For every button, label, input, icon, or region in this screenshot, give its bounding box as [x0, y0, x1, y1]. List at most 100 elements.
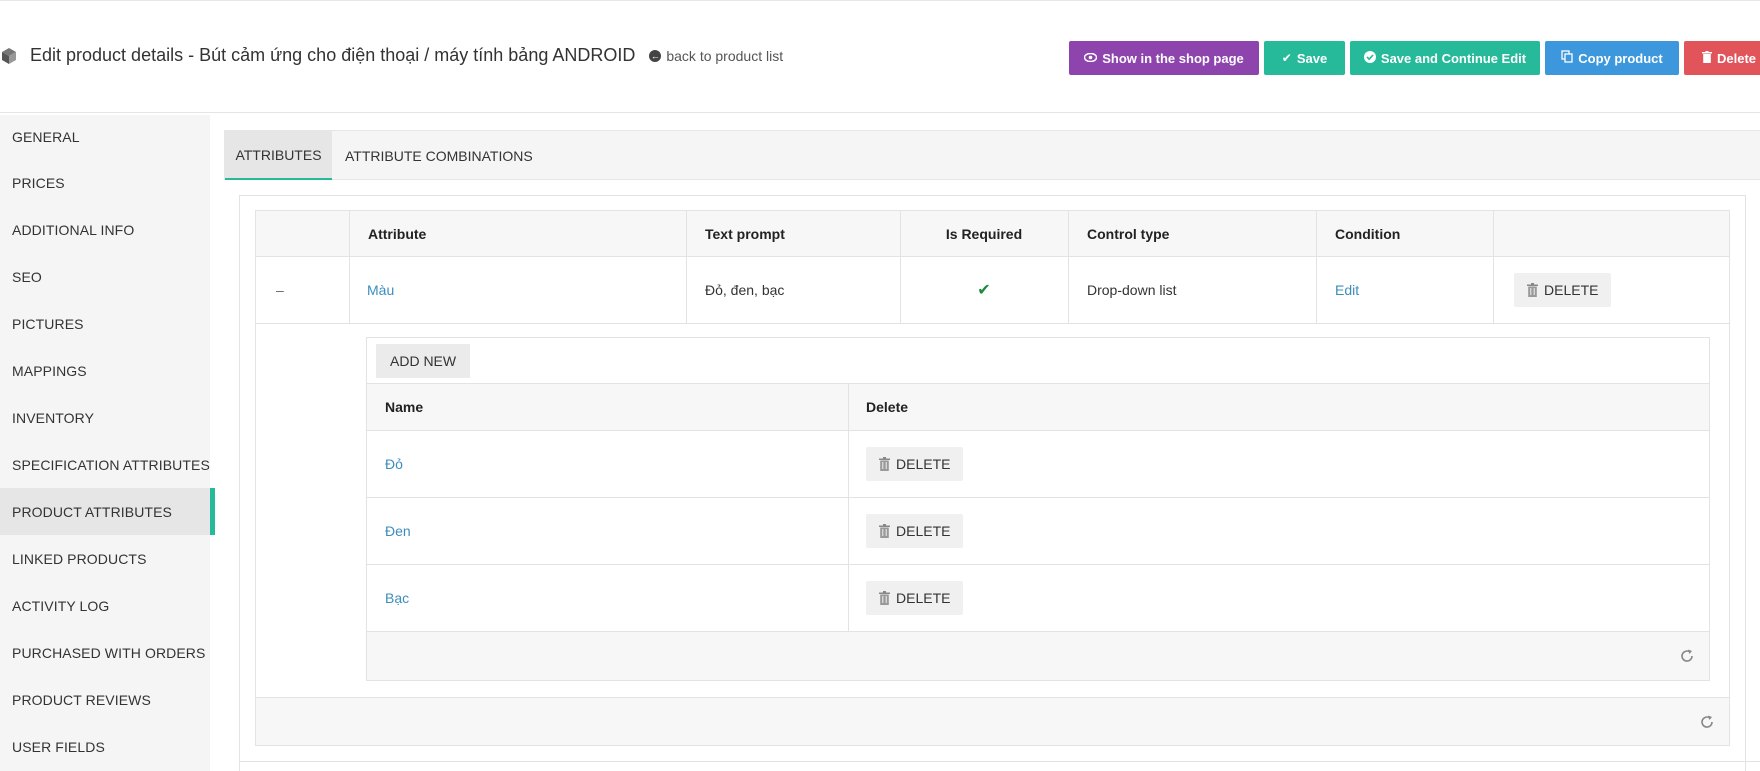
- eye-icon: [1083, 51, 1098, 65]
- save-button[interactable]: ✔ Save: [1264, 41, 1345, 75]
- tab-attribute-combinations[interactable]: ATTRIBUTE COMBINATIONS: [345, 131, 533, 180]
- tab-label: ATTRIBUTE COMBINATIONS: [345, 147, 533, 164]
- column-divider: [349, 211, 350, 256]
- trash-icon: [879, 524, 890, 538]
- table-row: Bạc DELETE: [366, 565, 1710, 632]
- column-header-condition[interactable]: Condition: [1335, 211, 1400, 256]
- trash-icon: [879, 591, 890, 605]
- column-header-control-type[interactable]: Control type: [1087, 211, 1169, 256]
- add-new-button[interactable]: ADD NEW: [376, 344, 471, 378]
- sidebar-item-label: USER FIELDS: [12, 738, 105, 755]
- copy-product-label: Copy product: [1578, 50, 1663, 66]
- column-divider: [848, 565, 849, 631]
- show-in-shop-button[interactable]: Show in the shop page: [1069, 41, 1259, 75]
- sidebar-item-label: MAPPINGS: [12, 362, 87, 379]
- save-continue-label: Save and Continue Edit: [1380, 50, 1527, 66]
- value-name-link[interactable]: Đỏ: [385, 431, 403, 497]
- column-divider: [686, 211, 687, 256]
- sidebar-item-mappings[interactable]: MAPPINGS: [0, 347, 210, 394]
- delete-cell: DELETE: [866, 498, 964, 564]
- sidebar-item-label: PICTURES: [12, 315, 84, 332]
- show-in-shop-label: Show in the shop page: [1102, 50, 1244, 66]
- sidebar: GENERAL PRICES ADDITIONAL INFO SEO PICTU…: [0, 115, 215, 771]
- column-header-delete[interactable]: Delete: [866, 384, 908, 430]
- column-divider: [1316, 211, 1317, 256]
- attribute-values-detail: ADD NEW Name Delete Đỏ DELETE Đen DELETE…: [255, 323, 1730, 697]
- arrow-left-circle-icon: ←: [649, 49, 662, 62]
- column-header-text-prompt[interactable]: Text prompt: [705, 211, 785, 256]
- refresh-icon[interactable]: [1699, 714, 1715, 730]
- copy-product-button[interactable]: Copy product: [1545, 41, 1679, 75]
- delete-value-button[interactable]: DELETE: [866, 447, 964, 481]
- sidebar-item-additional-info[interactable]: ADDITIONAL INFO: [0, 206, 210, 253]
- delete-attribute-button[interactable]: DELETE: [1514, 273, 1612, 307]
- sidebar-item-product-attributes[interactable]: PRODUCT ATTRIBUTES: [0, 488, 215, 535]
- attribute-values-grid: ADD NEW Name Delete Đỏ DELETE Đen DELETE…: [366, 337, 1710, 681]
- title-area: Edit product details - Bút cảm ứng cho đ…: [0, 45, 783, 66]
- sidebar-item-specification-attributes[interactable]: SPECIFICATION ATTRIBUTES: [0, 441, 210, 488]
- check-icon: ✔: [1281, 51, 1292, 65]
- delete-label: DELETE: [1544, 282, 1599, 298]
- delete-product-button[interactable]: Delete: [1684, 41, 1760, 75]
- sidebar-item-linked-products[interactable]: LINKED PRODUCTS: [0, 535, 210, 582]
- panel-bottom-divider: [239, 761, 1760, 762]
- column-divider: [686, 257, 687, 323]
- condition-edit-link[interactable]: Edit: [1335, 257, 1359, 323]
- delete-label: DELETE: [896, 456, 951, 472]
- attribute-link[interactable]: Màu: [367, 257, 394, 323]
- column-header-name[interactable]: Name: [385, 384, 423, 430]
- delete-value-button[interactable]: DELETE: [866, 514, 964, 548]
- sidebar-item-purchased-with-orders[interactable]: PURCHASED WITH ORDERS: [0, 629, 210, 676]
- control-type-value: Drop-down list: [1087, 282, 1177, 298]
- delete-label: DELETE: [896, 523, 951, 539]
- sidebar-item-product-reviews[interactable]: PRODUCT REVIEWS: [0, 676, 210, 723]
- delete-value-button[interactable]: DELETE: [866, 581, 964, 615]
- save-label: Save: [1296, 50, 1328, 66]
- delete-label: DELETE: [896, 590, 951, 606]
- sidebar-item-inventory[interactable]: INVENTORY: [0, 394, 210, 441]
- values-grid-header: Name Delete: [366, 384, 1710, 431]
- table-row: Đỏ DELETE: [366, 431, 1710, 498]
- sidebar-item-label: SPECIFICATION ATTRIBUTES: [12, 456, 210, 473]
- checkmark-icon: ✔: [977, 282, 991, 299]
- column-divider: [349, 257, 350, 323]
- column-divider: [1493, 211, 1494, 256]
- attributes-grid: Attribute Text prompt Is Required Contro…: [255, 210, 1730, 324]
- check-circle-icon: [1363, 50, 1376, 66]
- value-name-link[interactable]: Bạc: [385, 565, 409, 631]
- sidebar-item-user-fields[interactable]: USER FIELDS: [0, 723, 210, 770]
- sidebar-item-label: SEO: [12, 268, 42, 285]
- table-row: – Màu Đỏ, đen, bạc ✔ Drop-down list Edit…: [255, 257, 1730, 324]
- column-divider: [1316, 257, 1317, 323]
- sidebar-item-label: PRODUCT REVIEWS: [12, 691, 151, 708]
- delete-cell: DELETE: [866, 565, 964, 631]
- sidebar-item-general[interactable]: GENERAL: [0, 115, 210, 159]
- sidebar-item-seo[interactable]: SEO: [0, 253, 210, 300]
- sidebar-item-activity-log[interactable]: ACTIVITY LOG: [0, 582, 210, 629]
- sidebar-item-label: ACTIVITY LOG: [12, 597, 110, 614]
- cube-icon: [0, 47, 18, 65]
- copy-icon: [1561, 50, 1573, 66]
- sidebar-item-pictures[interactable]: PICTURES: [0, 300, 210, 347]
- column-divider: [1493, 257, 1494, 323]
- column-header-attribute[interactable]: Attribute: [368, 211, 426, 256]
- sidebar-item-label: GENERAL: [12, 129, 80, 145]
- page-header: Edit product details - Bút cảm ứng cho đ…: [0, 1, 1760, 113]
- text-prompt-value: Đỏ, đen, bạc: [705, 282, 785, 298]
- column-divider: [848, 498, 849, 564]
- values-grid-footer: [366, 632, 1710, 681]
- action-buttons: Show in the shop page ✔ Save Save and Co…: [1069, 41, 1760, 75]
- trash-icon: [1527, 283, 1538, 297]
- value-name-link[interactable]: Đen: [385, 498, 411, 564]
- column-header-is-required[interactable]: Is Required: [900, 211, 1068, 256]
- page-title: Edit product details - Bút cảm ứng cho đ…: [30, 45, 636, 65]
- refresh-icon[interactable]: [1679, 648, 1695, 664]
- column-divider: [1068, 257, 1069, 323]
- save-continue-button[interactable]: Save and Continue Edit: [1350, 41, 1540, 75]
- tab-attributes[interactable]: ATTRIBUTES: [225, 131, 332, 180]
- back-link-label: back to product list: [666, 47, 784, 64]
- collapse-toggle[interactable]: –: [276, 257, 284, 323]
- delete-cell: DELETE: [1514, 257, 1612, 323]
- back-to-list-link[interactable]: ← back to product list: [649, 48, 783, 64]
- sidebar-item-prices[interactable]: PRICES: [0, 159, 210, 206]
